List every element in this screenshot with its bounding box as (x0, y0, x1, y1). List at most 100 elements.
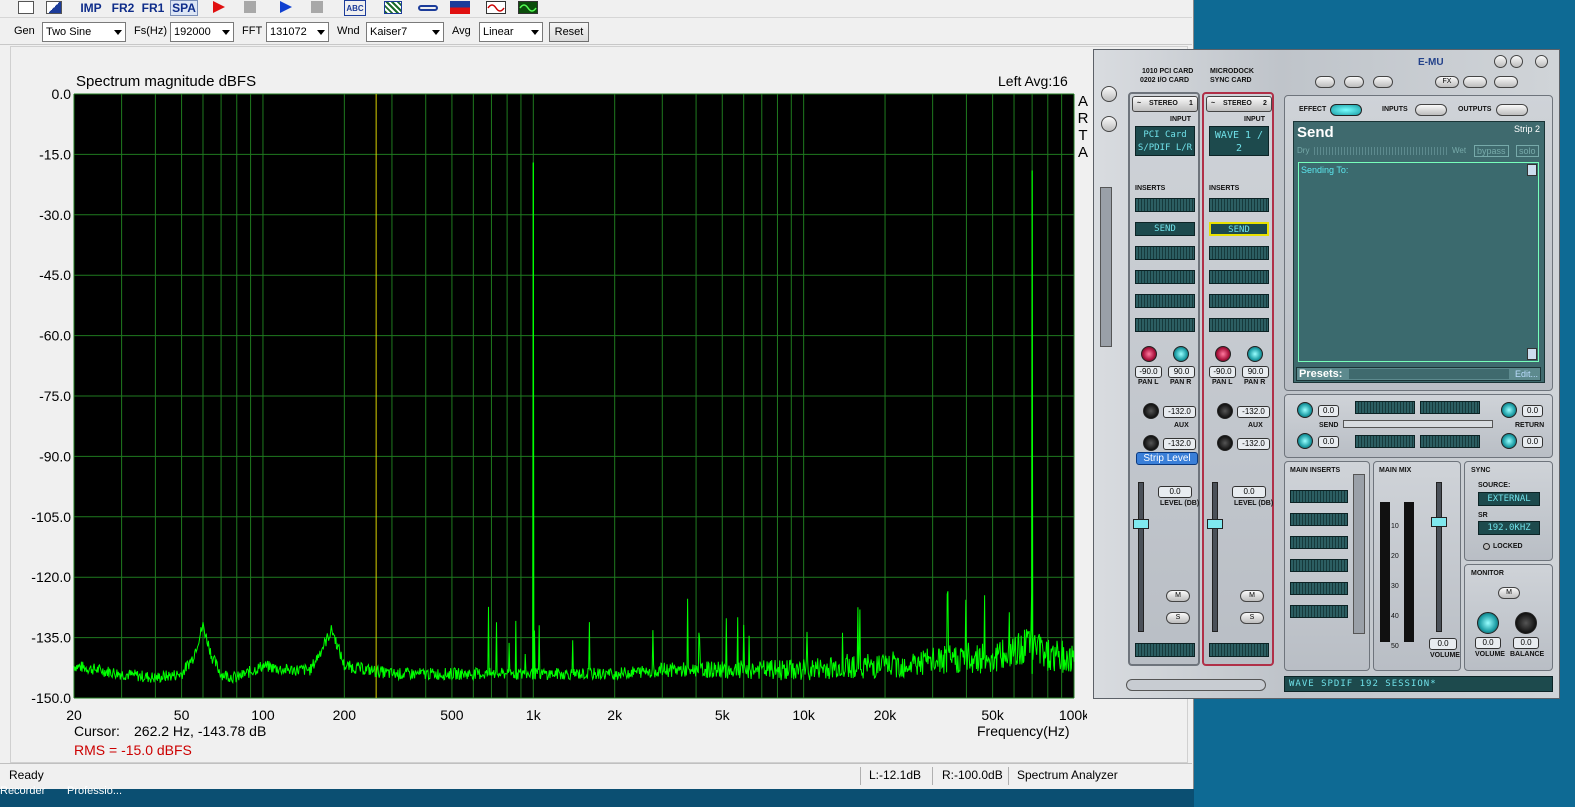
pan-right-knob[interactable] (1247, 346, 1263, 362)
open-file-icon[interactable] (46, 1, 62, 14)
insert-slot[interactable] (1135, 198, 1195, 212)
avg-select[interactable]: Linear (479, 22, 543, 42)
main-insert-slot[interactable] (1290, 605, 1348, 618)
pan-left-knob[interactable] (1141, 346, 1157, 362)
stop-icon[interactable] (244, 1, 256, 13)
send-knob-2[interactable] (1297, 433, 1313, 449)
insert-slot[interactable] (1209, 294, 1269, 308)
aux-knob-1[interactable] (1143, 403, 1159, 419)
fft-select[interactable]: 131072 (266, 22, 329, 42)
pan-left-knob[interactable] (1215, 346, 1231, 362)
strip-scrollbar[interactable] (1100, 187, 1112, 347)
solo-button[interactable]: S (1166, 612, 1190, 624)
insert-slot[interactable] (1209, 318, 1269, 332)
main-volume-fader-cap[interactable] (1431, 517, 1447, 527)
level-fader-cap[interactable] (1133, 519, 1149, 529)
play-icon[interactable] (280, 1, 292, 13)
new-file-icon[interactable] (18, 1, 34, 14)
main-volume-fader[interactable] (1436, 482, 1442, 632)
effect-toggle[interactable] (1330, 104, 1362, 116)
star-tab-icon[interactable] (1101, 86, 1117, 102)
input-source[interactable]: WAVE 1 / 2 (1209, 126, 1269, 156)
flag-icon[interactable] (450, 1, 470, 14)
reset-button[interactable]: Reset (549, 22, 589, 42)
abc-button[interactable]: ABC (344, 0, 366, 16)
main-insert-slot[interactable] (1290, 559, 1348, 572)
mute-button[interactable]: M (1166, 590, 1190, 602)
taskbar-item-professional[interactable]: Professio... (67, 785, 122, 797)
main-insert-slot[interactable] (1290, 513, 1348, 526)
dry-wet-slider[interactable] (1314, 147, 1449, 155)
return-knob-2[interactable] (1501, 433, 1517, 449)
bypass-button[interactable]: bypass (1474, 145, 1509, 157)
taskbar-item-recorder[interactable]: Recorder (0, 785, 45, 797)
send-knob-1[interactable] (1297, 402, 1313, 418)
solo-button[interactable]: S (1240, 612, 1264, 624)
monitor-balance-knob[interactable] (1515, 612, 1537, 634)
level-fader-cap[interactable] (1207, 519, 1223, 529)
aux-knob-2[interactable] (1143, 435, 1159, 451)
monitor-mute-button[interactable]: M (1498, 587, 1520, 599)
fr1-button[interactable]: FR1 (140, 0, 166, 16)
main-insert-slot[interactable] (1290, 582, 1348, 595)
send-label: SEND (1319, 422, 1339, 429)
insert-slot[interactable] (1135, 318, 1195, 332)
strip-output-slot[interactable] (1135, 643, 1195, 657)
outputs-toggle[interactable] (1496, 104, 1528, 116)
insert-slot[interactable] (1135, 270, 1195, 284)
spa-button[interactable]: SPA (170, 0, 198, 16)
new-session-icon[interactable] (1315, 76, 1335, 88)
level-fader[interactable] (1212, 482, 1218, 632)
strips-horizontal-scrollbar[interactable] (1126, 679, 1266, 691)
spectrum-chart[interactable]: 0.0 -15.0 -30.0 -45.0 -60.0 -75.0 -90.0 -105.0 -… (11, 47, 1087, 763)
edit-link[interactable]: Edit... (1515, 369, 1538, 379)
settings-button[interactable] (1463, 76, 1487, 88)
sine-scope-icon[interactable] (486, 1, 506, 14)
sending-to-list[interactable]: Sending To: (1298, 162, 1539, 362)
insert-slot[interactable] (1209, 246, 1269, 260)
scroll-down-icon[interactable] (1527, 348, 1537, 360)
fs-select[interactable]: 192000 (170, 22, 234, 42)
close-tab-icon[interactable] (1101, 116, 1117, 132)
mute-button[interactable]: M (1240, 590, 1264, 602)
stop-icon-2[interactable] (311, 1, 323, 13)
scroll-up-icon[interactable] (1527, 164, 1537, 176)
input-source[interactable]: PCI Card S/PDIF L/R (1135, 126, 1195, 156)
spectrum-scope-icon[interactable] (518, 1, 538, 14)
strip-output-slot[interactable] (1209, 643, 1269, 657)
sync-panel: SYNC SOURCE: EXTERNAL SR 192.0KHZ LOCKED (1464, 461, 1553, 561)
insert-slot[interactable] (1135, 246, 1195, 260)
minimize-icon[interactable] (1510, 55, 1523, 68)
solo-button[interactable]: solo (1516, 145, 1539, 157)
open-session-icon[interactable] (1344, 76, 1364, 88)
main-insert-slot[interactable] (1290, 490, 1348, 503)
insert-slot[interactable] (1135, 294, 1195, 308)
insert-slot[interactable] (1209, 270, 1269, 284)
aux-knob-2[interactable] (1217, 435, 1233, 451)
help-icon[interactable] (1494, 55, 1507, 68)
aux-knob-1[interactable] (1217, 403, 1233, 419)
inputs-toggle[interactable] (1415, 104, 1447, 116)
presets-field[interactable] (1349, 369, 1509, 379)
record-play-icon[interactable] (213, 1, 225, 13)
send-insert-slot[interactable]: SEND (1209, 222, 1269, 236)
save-session-icon[interactable] (1373, 76, 1393, 88)
dropdown-button[interactable] (1494, 76, 1518, 88)
pan-right-knob[interactable] (1173, 346, 1189, 362)
hatch-icon[interactable] (384, 1, 402, 14)
return-knob-1[interactable] (1501, 402, 1517, 418)
close-icon[interactable] (1535, 55, 1548, 68)
imp-button[interactable]: IMP (78, 0, 104, 16)
gen-select[interactable]: Two Sine (42, 22, 126, 42)
probe-icon[interactable] (418, 5, 438, 11)
monitor-volume-knob[interactable] (1477, 612, 1499, 634)
send-insert-slot[interactable]: SEND (1135, 222, 1195, 236)
main-inserts-scrollbar[interactable] (1353, 474, 1365, 634)
send-return-slider[interactable] (1343, 420, 1493, 428)
fr2-button[interactable]: FR2 (110, 0, 136, 16)
fx-button[interactable]: FX (1435, 76, 1459, 88)
wnd-select[interactable]: Kaiser7 (366, 22, 444, 42)
main-insert-slot[interactable] (1290, 536, 1348, 549)
insert-slot[interactable] (1209, 198, 1269, 212)
level-fader[interactable] (1138, 482, 1144, 632)
